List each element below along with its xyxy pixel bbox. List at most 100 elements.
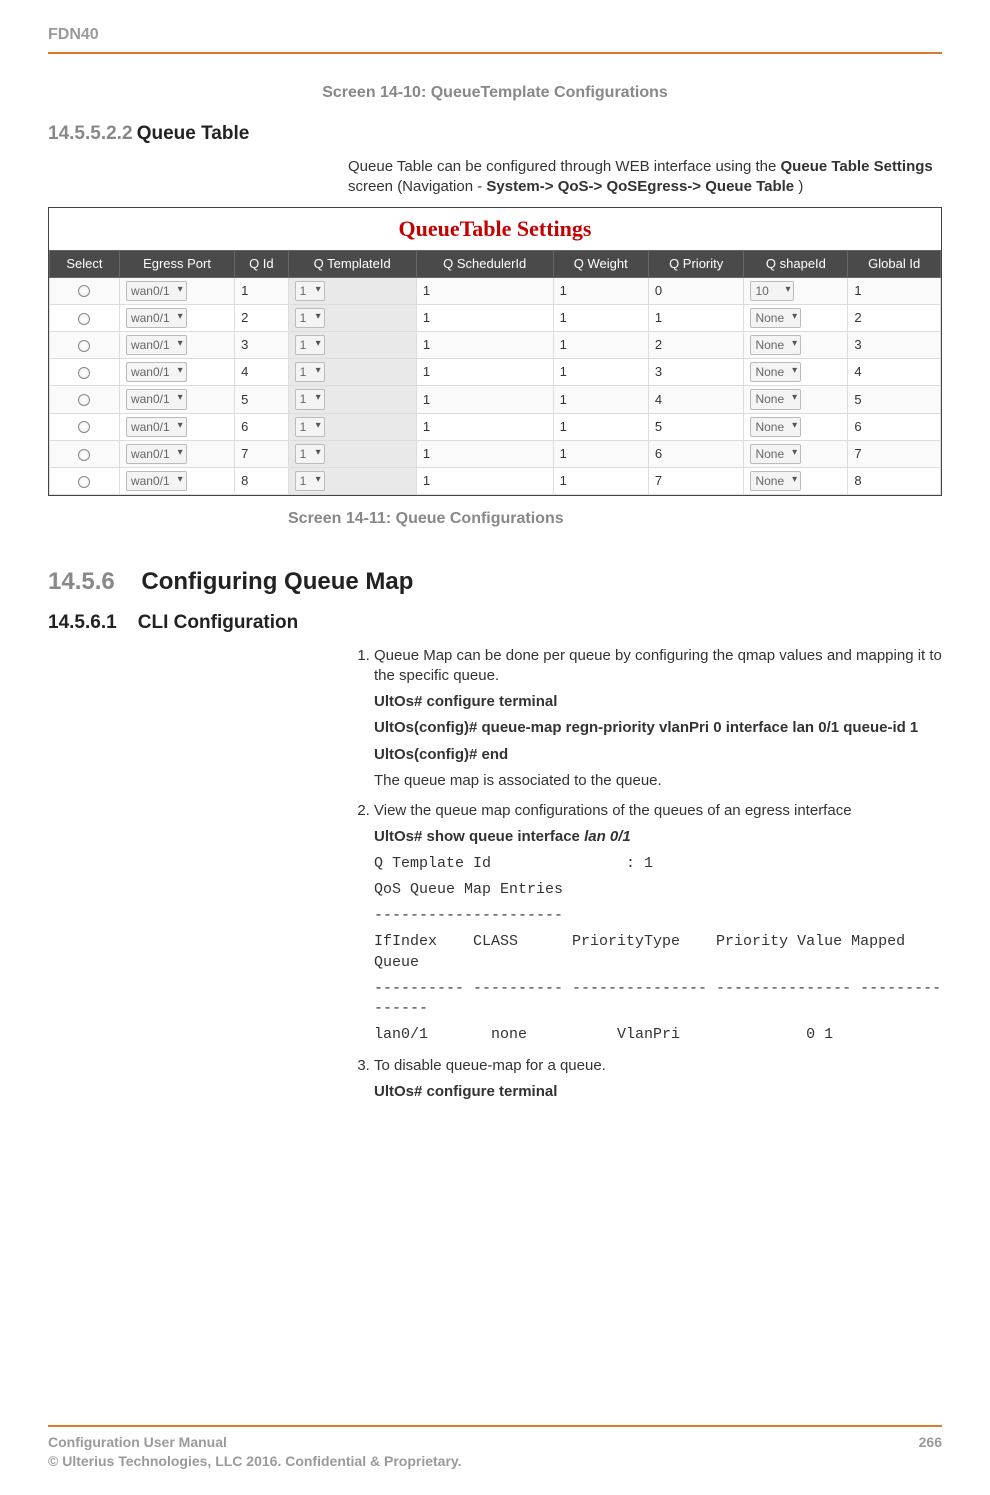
scheduler-field[interactable]: 1 <box>423 446 430 461</box>
row-select-radio[interactable] <box>78 313 90 325</box>
section-cli-configuration: 14.5.6.1 CLI Configuration <box>48 610 942 636</box>
row-select-radio[interactable] <box>78 367 90 379</box>
table-row: wan0/111110101 <box>50 277 941 304</box>
priority-field[interactable]: 7 <box>655 473 662 488</box>
step-text: Queue Map can be done per queue by confi… <box>374 647 942 684</box>
column-header: Global Id <box>848 251 941 278</box>
shapeid-dropdown[interactable]: None <box>750 471 801 491</box>
row-select-radio[interactable] <box>78 340 90 352</box>
cli-output: lan0/1 none VlanPri 0 1 <box>374 1025 942 1045</box>
globalid-field[interactable]: 3 <box>854 337 861 352</box>
priority-field[interactable]: 5 <box>655 419 662 434</box>
shapeid-dropdown[interactable]: None <box>750 362 801 382</box>
qid-field[interactable]: 4 <box>241 364 248 379</box>
cli-command-arg: lan 0/1 <box>584 828 631 845</box>
template-dropdown[interactable]: 1 <box>295 444 325 464</box>
priority-field[interactable]: 6 <box>655 446 662 461</box>
globalid-field[interactable]: 7 <box>854 446 861 461</box>
globalid-field[interactable]: 4 <box>854 364 861 379</box>
scheduler-field[interactable]: 1 <box>423 337 430 352</box>
section-title: CLI Configuration <box>138 612 298 633</box>
cli-command: UltOs(config)# queue-map regn-priority v… <box>374 718 942 738</box>
cli-output: IfIndex CLASS PriorityType Priority Valu… <box>374 932 942 973</box>
page-number: 266 <box>919 1433 942 1471</box>
egress-port-dropdown[interactable]: wan0/1 <box>126 335 187 355</box>
queue-table-settings-panel: QueueTable Settings SelectEgress PortQ I… <box>48 207 942 496</box>
table-row: wan0/1 7 1 1 1 6 None 7 <box>50 440 941 467</box>
qid-field[interactable]: 5 <box>241 392 248 407</box>
globalid-field[interactable]: 1 <box>854 283 861 298</box>
weight-field[interactable]: 1 <box>560 283 567 298</box>
row-select-radio[interactable] <box>78 476 90 488</box>
template-dropdown[interactable]: 1 <box>295 281 325 301</box>
scheduler-field[interactable]: 1 <box>423 364 430 379</box>
priority-field[interactable]: 3 <box>655 364 662 379</box>
cli-command: UltOs# show queue interface lan 0/1 <box>374 827 942 847</box>
scheduler-field[interactable]: 1 <box>423 392 430 407</box>
cli-steps: Queue Map can be done per queue by confi… <box>348 646 942 1103</box>
egress-port-dropdown[interactable]: wan0/1 <box>126 417 187 437</box>
row-select-radio[interactable] <box>78 394 90 406</box>
qid-field[interactable]: 3 <box>241 337 248 352</box>
column-header: Q Id <box>235 251 288 278</box>
weight-field[interactable]: 1 <box>560 419 567 434</box>
template-dropdown[interactable]: 1 <box>295 471 325 491</box>
footer-copyright: © Ulterius Technologies, LLC 2016. Confi… <box>48 1452 462 1471</box>
row-select-radio[interactable] <box>78 285 90 297</box>
egress-port-dropdown[interactable]: wan0/1 <box>126 281 187 301</box>
priority-field[interactable]: 2 <box>655 337 662 352</box>
egress-port-dropdown[interactable]: wan0/1 <box>126 444 187 464</box>
qid-field[interactable]: 6 <box>241 419 248 434</box>
weight-field[interactable]: 1 <box>560 337 567 352</box>
scheduler-field[interactable]: 1 <box>423 310 430 325</box>
priority-field[interactable]: 4 <box>655 392 662 407</box>
egress-port-dropdown[interactable]: wan0/1 <box>126 389 187 409</box>
queue-table: SelectEgress PortQ IdQ TemplateIdQ Sched… <box>49 250 941 495</box>
weight-field[interactable]: 1 <box>560 364 567 379</box>
shapeid-dropdown[interactable]: None <box>750 335 801 355</box>
qid-field[interactable]: 1 <box>241 283 248 298</box>
weight-field[interactable]: 1 <box>560 310 567 325</box>
scheduler-field[interactable]: 1 <box>423 283 430 298</box>
qid-field[interactable]: 7 <box>241 446 248 461</box>
column-header: Q Weight <box>553 251 648 278</box>
egress-port-dropdown[interactable]: wan0/1 <box>126 471 187 491</box>
weight-field[interactable]: 1 <box>560 392 567 407</box>
shapeid-dropdown[interactable]: None <box>750 389 801 409</box>
column-header: Select <box>50 251 120 278</box>
step-text: View the queue map configurations of the… <box>374 802 852 819</box>
template-dropdown[interactable]: 1 <box>295 308 325 328</box>
globalid-field[interactable]: 2 <box>854 310 861 325</box>
intro-bold-2: System-> QoS-> QoSEgress-> Queue Table <box>486 178 794 195</box>
priority-field[interactable]: 0 <box>655 283 662 298</box>
weight-field[interactable]: 1 <box>560 473 567 488</box>
row-select-radio[interactable] <box>78 449 90 461</box>
table-row: wan0/1 5 1 1 1 4 None 5 <box>50 386 941 413</box>
scheduler-field[interactable]: 1 <box>423 419 430 434</box>
template-dropdown[interactable]: 1 <box>295 335 325 355</box>
shapeid-dropdown[interactable]: None <box>750 417 801 437</box>
egress-port-dropdown[interactable]: wan0/1 <box>126 362 187 382</box>
egress-port-dropdown[interactable]: wan0/1 <box>126 308 187 328</box>
footer-manual-title: Configuration User Manual <box>48 1433 462 1452</box>
row-select-radio[interactable] <box>78 421 90 433</box>
cli-output: QoS Queue Map Entries <box>374 880 942 900</box>
qid-field[interactable]: 2 <box>241 310 248 325</box>
intro-text: Queue Table can be configured through WE… <box>348 158 781 175</box>
globalid-field[interactable]: 6 <box>854 419 861 434</box>
shapeid-dropdown[interactable]: None <box>750 308 801 328</box>
section-number: 14.5.6.1 <box>48 612 117 633</box>
priority-field[interactable]: 1 <box>655 310 662 325</box>
shapeid-dropdown[interactable]: None <box>750 444 801 464</box>
template-dropdown[interactable]: 1 <box>295 389 325 409</box>
weight-field[interactable]: 1 <box>560 446 567 461</box>
scheduler-field[interactable]: 1 <box>423 473 430 488</box>
globalid-field[interactable]: 8 <box>854 473 861 488</box>
cli-output: ---------- ---------- --------------- --… <box>374 979 942 1020</box>
intro-bold-1: Queue Table Settings <box>781 158 933 175</box>
template-dropdown[interactable]: 1 <box>295 417 325 437</box>
shapeid-dropdown[interactable]: 10 <box>750 281 794 301</box>
qid-field[interactable]: 8 <box>241 473 248 488</box>
template-dropdown[interactable]: 1 <box>295 362 325 382</box>
globalid-field[interactable]: 5 <box>854 392 861 407</box>
